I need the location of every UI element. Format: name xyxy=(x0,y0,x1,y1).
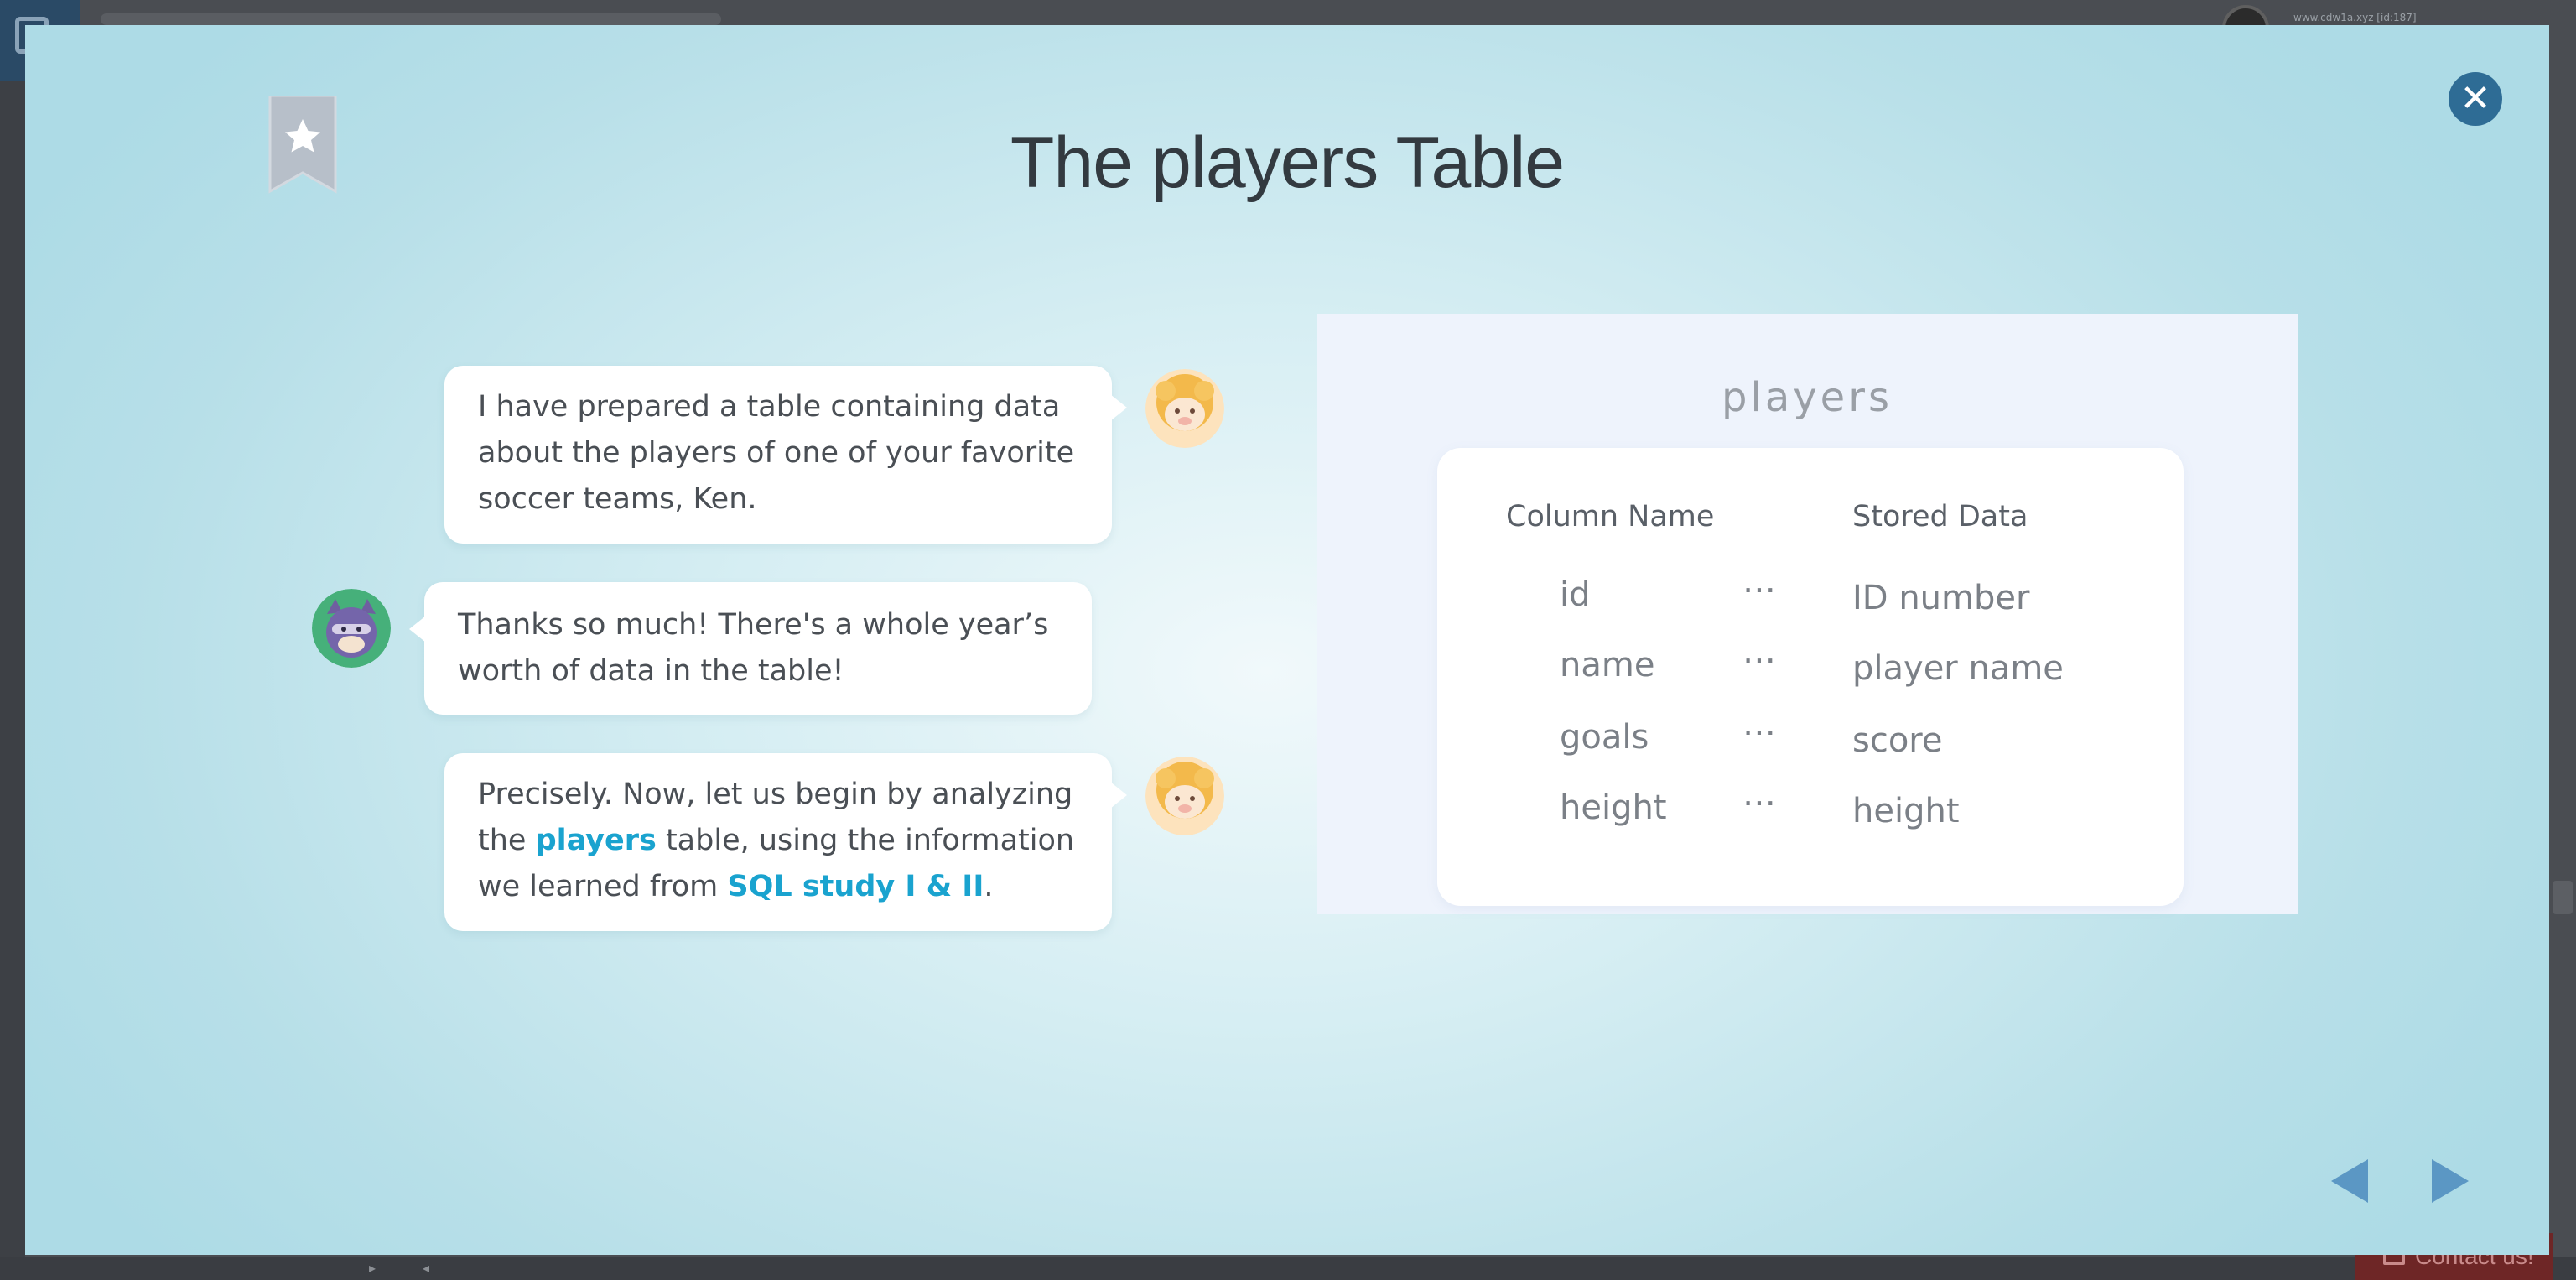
background-vertical-scroll-thumb xyxy=(2553,881,2573,914)
column-header-stored-data: Stored Data xyxy=(1852,500,2028,533)
chat-bubble-ken: Thanks so much! There's a whole year’s w… xyxy=(409,582,1092,715)
chat-bubble-sheep-2: Precisely. Now, let us begin by analyzin… xyxy=(444,753,1127,931)
table-row: id ⋯ ID number xyxy=(1437,570,2184,626)
page-title: The players Table xyxy=(1010,122,1565,203)
ellipsis-icon: ⋯ xyxy=(1742,713,1778,752)
scroll-right-arrow-icon: ▸ xyxy=(368,1260,377,1276)
table-title: players xyxy=(1722,374,1893,421)
background-sidebar xyxy=(0,81,25,1280)
column-name-cell: name xyxy=(1560,646,1655,684)
prev-arrow-icon[interactable] xyxy=(2331,1159,2368,1203)
ken-cat-avatar-icon xyxy=(312,589,391,668)
ellipsis-icon: ⋯ xyxy=(1742,641,1778,679)
column-header-column-name: Column Name xyxy=(1506,500,1715,533)
ellipsis-icon: ⋯ xyxy=(1742,570,1778,609)
scroll-left-arrow-icon: ◂ xyxy=(422,1260,430,1276)
table-card: Column Name Stored Data id ⋯ ID number n… xyxy=(1437,448,2184,906)
stored-data-cell: player name xyxy=(1852,649,2064,688)
next-arrow-icon[interactable] xyxy=(2432,1159,2469,1203)
chat-message-text-end: . xyxy=(984,870,994,903)
stored-data-cell: height xyxy=(1852,792,1960,830)
chat-message-text: Thanks so much! There's a whole year’s w… xyxy=(458,608,1049,688)
table-name-highlight: players xyxy=(535,824,657,857)
column-name-cell: height xyxy=(1560,788,1667,827)
stored-data-cell: ID number xyxy=(1852,579,2030,617)
ellipsis-icon: ⋯ xyxy=(1742,783,1778,822)
sql-study-link[interactable]: SQL study I & II xyxy=(727,870,984,903)
stored-data-cell: score xyxy=(1852,721,1943,760)
sheep-avatar-icon xyxy=(1145,757,1224,835)
background-horizontal-scrollbar xyxy=(0,1257,2576,1280)
table-row: goals ⋯ score xyxy=(1437,713,2184,768)
chat-message-text: I have prepared a table containing data … xyxy=(478,390,1075,516)
players-table-panel: players Column Name Stored Data id ⋯ ID … xyxy=(1317,314,2298,914)
background-search-bar xyxy=(101,13,721,25)
sheep-avatar-icon xyxy=(1145,369,1224,448)
table-row: height ⋯ height xyxy=(1437,783,2184,839)
close-icon[interactable]: ✕ xyxy=(2449,72,2502,126)
lesson-modal: ✕ The players Table I have prepared a ta… xyxy=(25,25,2549,1255)
table-row: name ⋯ player name xyxy=(1437,641,2184,696)
column-name-cell: goals xyxy=(1560,718,1649,757)
background-user-label: www.cdw1a.xyz [id:187] xyxy=(2293,12,2417,23)
chat-bubble-sheep-1: I have prepared a table containing data … xyxy=(444,366,1127,544)
column-name-cell: id xyxy=(1560,575,1591,614)
